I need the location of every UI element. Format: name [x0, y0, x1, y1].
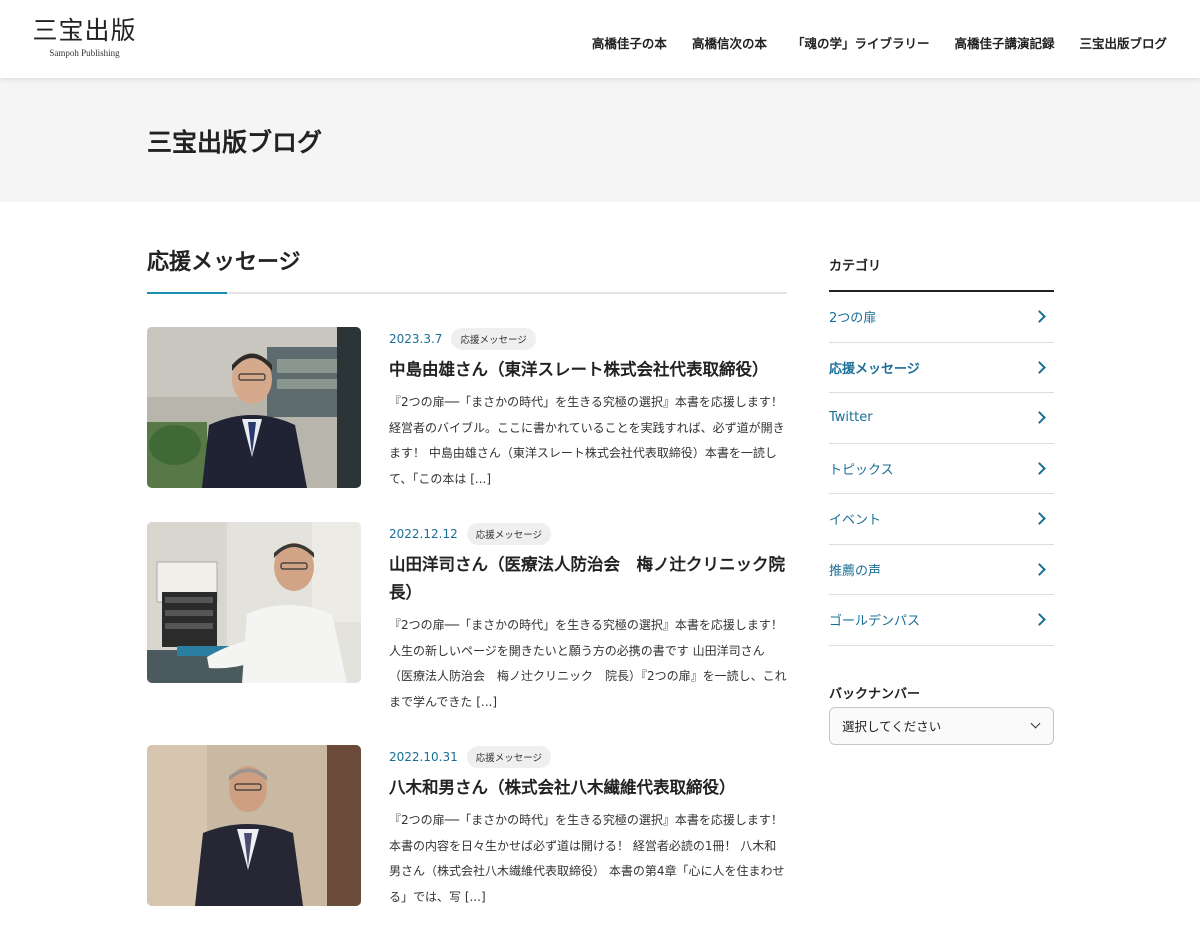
category-item-2tsu-no-tobira[interactable]: 2つの扉 — [829, 292, 1054, 343]
post-category-tag[interactable]: 応援メッセージ — [466, 523, 552, 545]
nav-takahashi-shinji-books[interactable]: 高橋信次の本 — [692, 33, 767, 52]
logo-sub-text: Sampoh Publishing — [49, 48, 120, 58]
chevron-right-icon — [1033, 360, 1046, 374]
post-excerpt: 『2つの扉──「まさかの時代」を生きる究極の選択』本書を応援します！ 人生の新し… — [389, 618, 787, 709]
nav-lecture-records[interactable]: 高橋佳子講演記録 — [954, 33, 1054, 52]
thumbnail-image-man-in-suit — [147, 327, 361, 488]
chevron-down-icon — [1030, 718, 1041, 729]
category-label: ゴールデンパス — [829, 614, 921, 630]
post-title[interactable]: 山田洋司さん（医療法人防治会 梅ノ辻クリニック院長） — [389, 551, 787, 607]
main-content: 応援メッセージ 2023.3.7 応援メッセージ 中島由雄さん（東洋スレート株式… — [147, 246, 787, 906]
post-date: 2022.10.31 — [389, 750, 458, 764]
category-label: 推薦の声 — [829, 563, 882, 579]
chevron-right-icon — [1033, 461, 1046, 475]
chevron-right-icon — [1033, 310, 1046, 324]
chevron-right-icon — [1033, 512, 1046, 526]
post-title[interactable]: 八木和男さん（株式会社八木繊維代表取締役） — [389, 774, 787, 802]
category-label: トピックス — [829, 462, 894, 478]
post-thumbnail[interactable] — [147, 522, 361, 683]
category-label: 応援メッセージ — [829, 361, 920, 377]
post-thumbnail[interactable] — [147, 327, 361, 488]
logo-main-text: 三宝出版 — [32, 16, 137, 45]
category-item-ouen-message[interactable]: 応援メッセージ — [829, 343, 1054, 393]
post-body: 2022.10.31 応援メッセージ 八木和男さん（株式会社八木繊維代表取締役）… — [389, 745, 787, 910]
chevron-right-icon — [1033, 562, 1046, 576]
post-body: 2022.12.12 応援メッセージ 山田洋司さん（医療法人防治会 梅ノ辻クリニ… — [389, 522, 787, 715]
category-heading: カテゴリ — [829, 259, 882, 274]
site-header: 三宝出版 Sampoh Publishing 高橋佳子の本 高橋信次の本 「魂の… — [0, 0, 1200, 78]
main-nav: 高橋佳子の本 高橋信次の本 「魂の学」ライブラリー 高橋佳子講演記録 三宝出版ブ… — [592, 33, 1167, 52]
thumbnail-image-doctor-at-desk — [147, 522, 361, 683]
category-label: 2つの扉 — [829, 311, 877, 327]
thumbnail-image-executive-portrait — [147, 745, 361, 906]
post-excerpt: 『2つの扉──「まさかの時代」を生きる究極の選択』本書を応援します！ 本書の内容… — [389, 813, 785, 904]
post-body: 2023.3.7 応援メッセージ 中島由雄さん（東洋スレート株式会社代表取締役）… — [389, 327, 787, 492]
post-meta: 2022.12.12 応援メッセージ — [389, 522, 787, 546]
nav-tamashii-library[interactable]: 「魂の学」ライブラリー — [792, 33, 930, 52]
category-item-twitter[interactable]: Twitter — [829, 393, 1054, 444]
backnumber-select-value: 選択してください — [842, 719, 942, 734]
section-divider — [147, 292, 787, 294]
post-category-tag[interactable]: 応援メッセージ — [451, 328, 536, 350]
nav-takahashi-keiko-books[interactable]: 高橋佳子の本 — [592, 33, 667, 52]
post-title[interactable]: 中島由雄さん（東洋スレート株式会社代表取締役） — [389, 356, 787, 384]
section-title: 応援メッセージ — [147, 250, 301, 275]
site-logo[interactable]: 三宝出版 Sampoh Publishing — [32, 16, 137, 59]
category-item-topics[interactable]: トピックス — [829, 444, 1054, 494]
sidebar: カテゴリ 2つの扉 応援メッセージ Twitter トピックス イベント 推薦の… — [829, 257, 1054, 745]
post-category-tag[interactable]: 応援メッセージ — [466, 746, 552, 768]
title-band: 三宝出版ブログ — [0, 78, 1200, 202]
chevron-right-icon — [1033, 613, 1046, 627]
category-item-suisen-no-koe[interactable]: 推薦の声 — [829, 545, 1054, 595]
post-meta: 2022.10.31 応援メッセージ — [389, 745, 787, 769]
post-excerpt: 『2つの扉──「まさかの時代」を生きる究極の選択』本書を応援します！ 経営者のバ… — [389, 395, 785, 486]
nav-blog[interactable]: 三宝出版ブログ — [1079, 33, 1167, 52]
post-date: 2022.12.12 — [389, 527, 458, 541]
category-item-golden-path[interactable]: ゴールデンパス — [829, 595, 1054, 646]
backnumber-heading: バックナンバー — [829, 686, 921, 702]
page-title: 三宝出版ブログ — [147, 128, 323, 157]
category-list: 2つの扉 応援メッセージ Twitter トピックス イベント 推薦の声 ゴール… — [829, 292, 1054, 646]
category-item-event[interactable]: イベント — [829, 494, 1054, 545]
backnumber-select[interactable]: 選択してください — [829, 706, 1054, 745]
category-label: Twitter — [829, 410, 873, 426]
category-label: イベント — [829, 513, 882, 529]
post-meta: 2023.3.7 応援メッセージ — [389, 327, 787, 351]
post-date: 2023.3.7 — [389, 332, 443, 346]
post-thumbnail[interactable] — [147, 745, 361, 906]
chevron-right-icon — [1033, 411, 1046, 425]
